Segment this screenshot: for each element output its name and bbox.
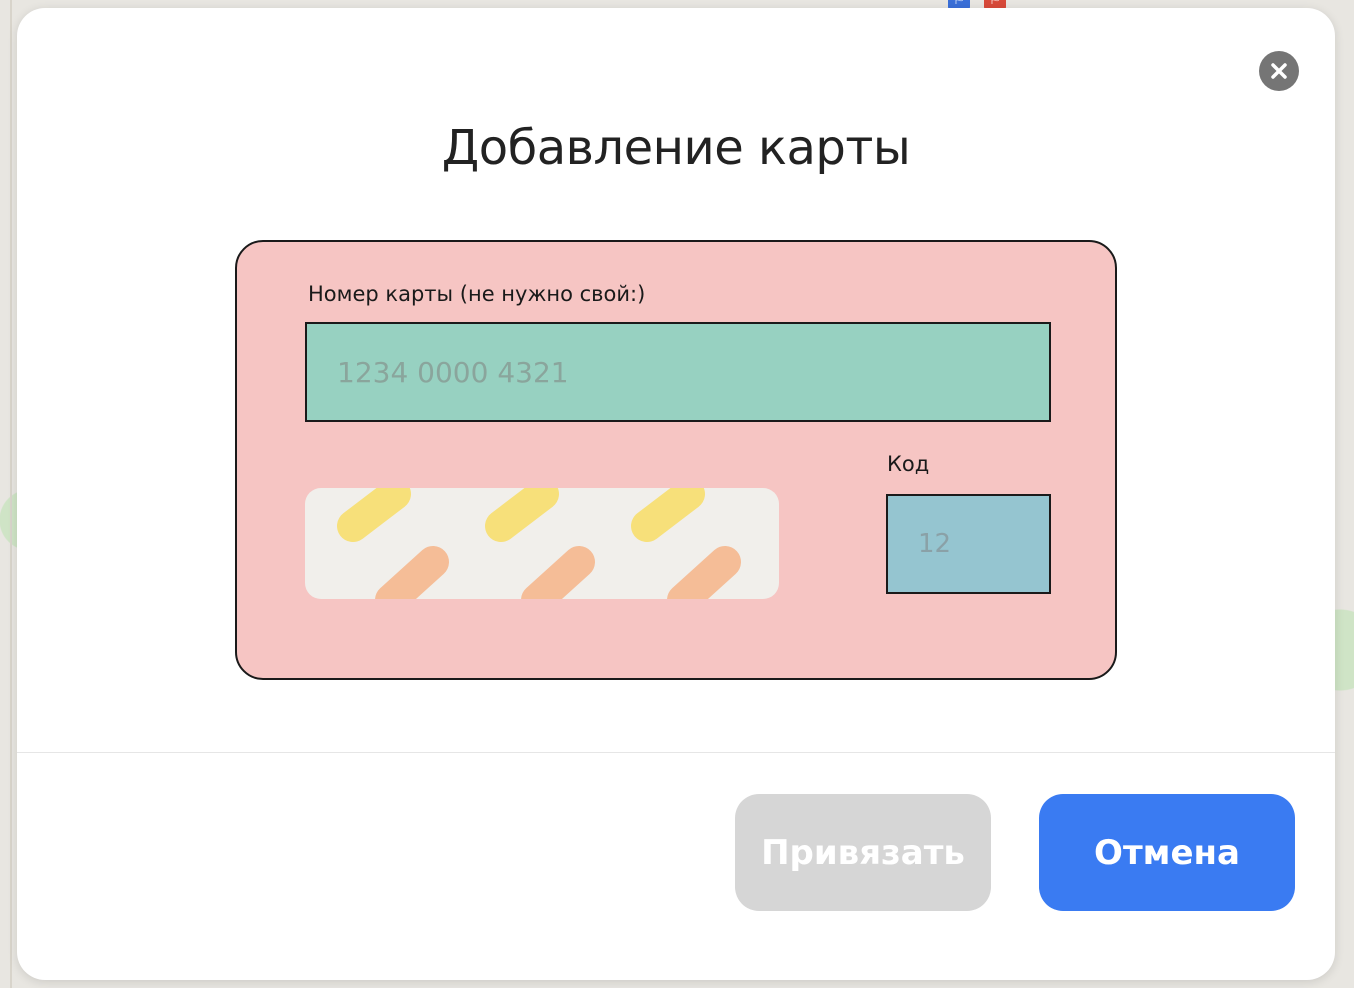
close-button[interactable] xyxy=(1259,51,1299,91)
card-decorative-stripe xyxy=(305,488,779,599)
card-number-input[interactable] xyxy=(305,322,1051,422)
cancel-button[interactable]: Отмена xyxy=(1039,794,1295,911)
code-label: Код xyxy=(887,452,930,476)
bank-card-form: Номер карты (не нужно свой:) Код xyxy=(235,240,1117,680)
code-input[interactable] xyxy=(886,494,1051,594)
footer-divider xyxy=(17,752,1335,753)
close-icon xyxy=(1271,63,1287,79)
dialog-title: Добавление карты xyxy=(441,120,911,176)
bind-button[interactable]: Привязать xyxy=(735,794,991,911)
stripe-pattern-icon xyxy=(337,488,741,599)
add-card-dialog: Добавление карты Номер карты (не нужно с… xyxy=(17,8,1335,980)
card-number-label: Номер карты (не нужно свой:) xyxy=(308,282,646,306)
